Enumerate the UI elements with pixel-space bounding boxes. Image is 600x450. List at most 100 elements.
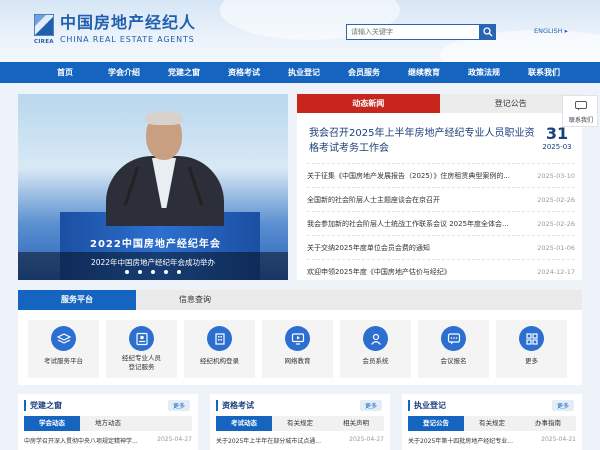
logo-title-en: CHINA REAL ESTATE AGENTS (60, 35, 195, 44)
list-item-title: 关于2025年第十四批房地产经纪专业... (408, 438, 513, 445)
service-agent-registration[interactable]: 经纪专业人员 登记服务 (106, 320, 177, 378)
service-label: 会议报名 (440, 357, 467, 365)
news-item-date: 2025-01-06 (537, 243, 575, 252)
nav-item-education[interactable]: 继续教育 (394, 62, 454, 83)
nav-item-party[interactable]: 党建之窗 (154, 62, 214, 83)
tab-local-news[interactable]: 地方动态 (80, 416, 136, 431)
service-member-system[interactable]: 会员系统 (340, 320, 411, 378)
english-link[interactable]: ENGLISH ▸ (534, 27, 568, 35)
news-item-title: 关于交纳2025年度单位会员会费的通知 (307, 243, 430, 252)
more-button[interactable]: 更多 (359, 399, 382, 411)
nav-item-registration[interactable]: 执业登记 (274, 62, 334, 83)
monitor-icon (285, 326, 310, 351)
tab-registration-notice[interactable]: 登记公告 (408, 416, 464, 431)
news-item-title: 关于征集《中国房地产发展报告（2025）》住房租赁典型案例的... (307, 171, 510, 180)
site-logo[interactable]: CIREA 中国房地产经纪人 CHINA REAL ESTATE AGENTS (34, 13, 197, 45)
list-item[interactable]: 关于2025年上半年在部分城市试点通... 2025-04-27 (216, 436, 384, 445)
nav-item-member[interactable]: 会员服务 (334, 62, 394, 83)
search-button[interactable] (480, 24, 496, 40)
list-item-title: 关于2025年上半年在部分城市试点通... (216, 438, 321, 445)
carousel-dots (18, 270, 288, 274)
service-label: 经纪机构登录 (200, 357, 239, 365)
news-headline[interactable]: 我会召开2025年上半年房地产经纪专业人员职业资格考试考务工作会 (309, 126, 541, 156)
nav-item-exam[interactable]: 资格考试 (214, 62, 274, 83)
search-box (346, 24, 496, 40)
tab-exam-news[interactable]: 考试动态 (216, 416, 272, 431)
logo-title-cn: 中国房地产经纪人 (60, 13, 197, 32)
floating-contact-button[interactable]: 联系我们 (562, 95, 598, 127)
panel-exam: 资格考试 更多 考试动态 有关规定 相关声明 关于2025年上半年在部分城市试点… (210, 394, 390, 450)
news-item[interactable]: 我会参加新的社会阶层人士统战工作联系会议 2025年度全体会... 2025-0… (307, 211, 575, 235)
headline-day: 31 (545, 124, 569, 143)
list-item[interactable]: 关于2025年第十四批房地产经纪专业... 2025-04-21 (408, 436, 576, 445)
grid-icon (519, 326, 544, 351)
list-item-title: 中房学召开深入贯彻中央八项规定精神学... (24, 438, 138, 445)
panel-title: 党建之窗 (24, 399, 62, 411)
service-platform: 服务平台 信息查询 考试服务平台 经纪专业人员 登记服务 经纪机构登录 网络教育… (18, 290, 582, 385)
carousel-dot[interactable] (151, 270, 155, 274)
nav-item-about[interactable]: 学会介绍 (94, 62, 154, 83)
service-online-education[interactable]: 网络教育 (262, 320, 333, 378)
service-label: 网络教育 (284, 357, 311, 365)
tab-regulations[interactable]: 有关规定 (464, 416, 520, 431)
service-label: 更多 (525, 357, 538, 365)
news-item-title: 全国新的社会阶层人士主题座谈会在京召开 (307, 195, 440, 204)
main-nav: 首页 学会介绍 党建之窗 资格考试 执业登记 会员服务 继续教育 政策法规 联系… (0, 62, 600, 83)
building-icon (207, 326, 232, 351)
news-item-date: 2025-02-26 (537, 219, 575, 228)
list-item-date: 2025-04-21 (541, 436, 576, 443)
tab-institute-news[interactable]: 学会动态 (24, 416, 80, 431)
carousel-dot[interactable] (164, 270, 168, 274)
news-list: 关于征集《中国房地产发展报告（2025）》住房租赁典型案例的... 2025-0… (307, 163, 575, 283)
service-meeting-signup[interactable]: 会议报名 (418, 320, 489, 378)
layers-icon (51, 326, 76, 351)
speaker-hair (145, 111, 183, 125)
carousel-dot[interactable] (138, 270, 142, 274)
service-agency-login[interactable]: 经纪机构登录 (184, 320, 255, 378)
user-icon (363, 326, 388, 351)
panel-title: 执业登记 (408, 399, 446, 411)
service-label: 考试服务平台 (44, 357, 83, 365)
tab-guide[interactable]: 办事指南 (520, 416, 576, 431)
tab-regulations[interactable]: 有关规定 (272, 416, 328, 431)
id-card-icon (129, 326, 154, 351)
more-button[interactable]: 更多 (551, 399, 574, 411)
nav-item-policy[interactable]: 政策法规 (454, 62, 514, 83)
list-item[interactable]: 中房学召开深入贯彻中央八项规定精神学... 2025-04-27 (24, 436, 192, 445)
service-exam-platform[interactable]: 考试服务平台 (28, 320, 99, 378)
stage-title: 2022中国房地产经纪年会 (90, 239, 221, 250)
news-item-date: 2024-12-17 (537, 267, 575, 276)
service-label: 会员系统 (362, 357, 389, 365)
tab-info-query[interactable]: 信息查询 (136, 290, 254, 310)
news-item[interactable]: 关于征集《中国房地产发展报告（2025）》住房租赁典型案例的... 2025-0… (307, 163, 575, 187)
news-item[interactable]: 欢迎申领2025年度《中国房地产估价与经纪》 2024-12-17 (307, 259, 575, 283)
panel-registration: 执业登记 更多 登记公告 有关规定 办事指南 关于2025年第十四批房地产经纪专… (402, 394, 582, 450)
tab-news[interactable]: 动态新闻 (297, 94, 440, 113)
list-item-date: 2025-04-27 (157, 436, 192, 443)
hero-caption[interactable]: 2022年中国房地产经纪年会成功举办 (18, 257, 288, 268)
tab-statements[interactable]: 相关声明 (328, 416, 384, 431)
tab-service-platform[interactable]: 服务平台 (18, 290, 136, 310)
news-item-date: 2025-03-10 (537, 171, 575, 180)
carousel-dot[interactable] (177, 270, 181, 274)
news-item[interactable]: 关于交纳2025年度单位会员会费的通知 2025-01-06 (307, 235, 575, 259)
tab-announcements[interactable]: 登记公告 (439, 94, 582, 113)
list-item-date: 2025-04-27 (349, 436, 384, 443)
chat-bubble-icon (575, 101, 587, 111)
nav-item-home[interactable]: 首页 (36, 62, 94, 83)
service-label: 经纪专业人员 登记服务 (122, 354, 161, 371)
site-header: CIREA 中国房地产经纪人 CHINA REAL ESTATE AGENTS … (0, 0, 600, 62)
service-more[interactable]: 更多 (496, 320, 567, 378)
carousel-dot[interactable] (125, 270, 129, 274)
nav-item-contact[interactable]: 联系我们 (514, 62, 574, 83)
headline-year-month: 2025-03 (542, 143, 572, 151)
hero-carousel[interactable]: 2022中国房地产经纪年会 2022年中国房地产经纪年会成功举办 (18, 94, 288, 280)
panel-party-building: 党建之窗 更多 学会动态 地方动态 中房学召开深入贯彻中央八项规定精神学... … (18, 394, 198, 450)
logo-mark-icon: CIREA (34, 14, 54, 45)
panel-title: 资格考试 (216, 399, 254, 411)
news-panel: 动态新闻 登记公告 我会召开2025年上半年房地产经纪专业人员职业资格考试考务工… (297, 94, 582, 280)
search-input[interactable] (346, 24, 480, 40)
news-item[interactable]: 全国新的社会阶层人士主题座谈会在京召开 2025-02-26 (307, 187, 575, 211)
more-button[interactable]: 更多 (167, 399, 190, 411)
contact-label: 联系我们 (568, 117, 593, 124)
